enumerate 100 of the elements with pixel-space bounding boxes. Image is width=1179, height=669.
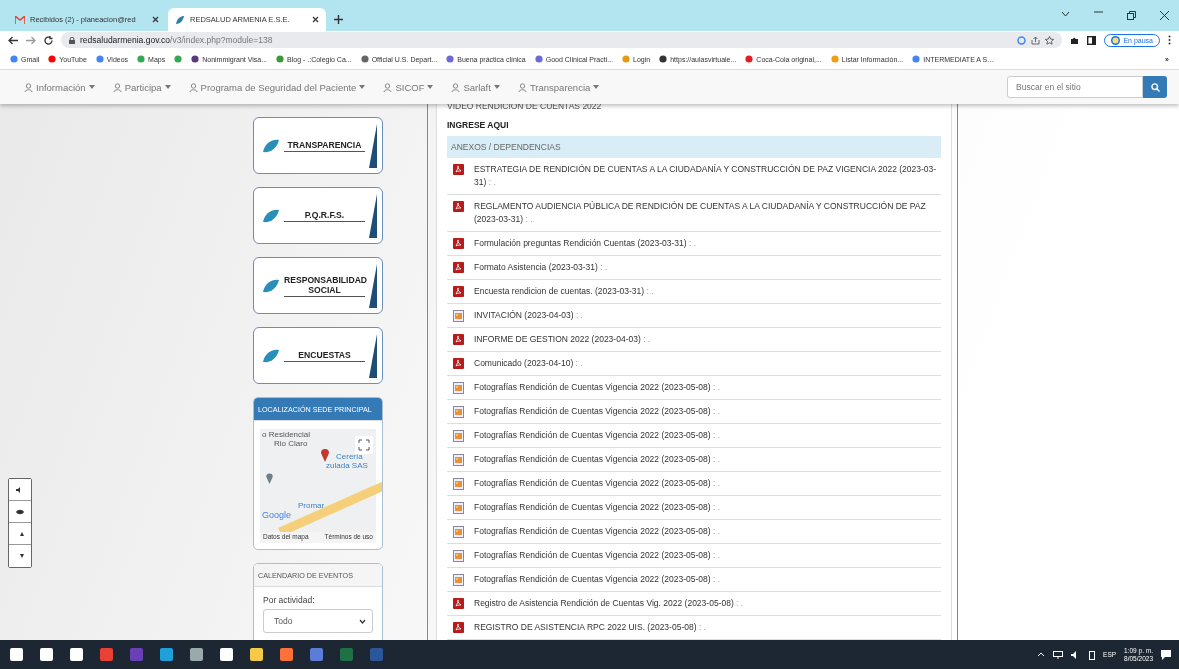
- section-header: ANEXOS / DEPENDENCIAS: [447, 136, 941, 158]
- menu-item-icon: [517, 82, 527, 92]
- image-file-icon: [453, 502, 464, 514]
- image-file-icon: [453, 526, 464, 538]
- pdf-file-icon: [453, 201, 464, 212]
- new-tab-icon[interactable]: [334, 15, 343, 24]
- image-file-icon: [453, 430, 464, 442]
- file-link[interactable]: Formato Asistencia (2023-03-31) : .: [474, 261, 608, 274]
- pdf-file-icon: [453, 262, 464, 273]
- menu-item-icon: [24, 82, 33, 92]
- caret-icon: [427, 85, 434, 89]
- file-link[interactable]: INFORME DE GESTION 2022 (2023-04-03) : .: [474, 333, 651, 346]
- nav-menu-item[interactable]: Programa de Seguridad del Paciente: [188, 81, 366, 93]
- leaf-logo-icon: [175, 14, 185, 25]
- nav-menu-item[interactable]: Sarlaft: [451, 81, 500, 93]
- enter-link[interactable]: INGRESE AQUI: [447, 120, 941, 131]
- map-label: o Residencial: [262, 431, 311, 439]
- mail-icon: [15, 15, 25, 24]
- leaf-logo-icon: [262, 137, 280, 154]
- file-link[interactable]: Fotografías Rendición de Cuentas Vigencia 2022 (2023-05-08) : .: [474, 477, 721, 490]
- menu-item-icon: [112, 82, 122, 92]
- close-icon[interactable]: [152, 16, 159, 23]
- search-button[interactable]: [1143, 76, 1167, 98]
- pdf-file-icon: [453, 286, 464, 297]
- caret-icon: [359, 85, 366, 89]
- nav-menu-item[interactable]: Transparencia: [517, 81, 600, 93]
- activity-select[interactable]: Todo: [263, 609, 373, 633]
- caret-icon: [593, 85, 600, 89]
- pdf-file-icon: [453, 622, 464, 633]
- file-link[interactable]: Fotografías Rendición de Cuentas Vigencia 2022 (2023-05-08) : .: [474, 549, 721, 562]
- search-field[interactable]: Buscar en el sitio: [1007, 76, 1143, 98]
- close-icon[interactable]: [312, 16, 319, 23]
- file-link[interactable]: REGLAMENTO AUDIENCIA PÚBLICA DE RENDICIÓN DE CUENTAS A LA CIUDADANÍA Y CONSTRUCCIÓN DE PAZ (2023-03-31) : .: [474, 200, 941, 226]
- address-bar[interactable]: redsaludarmenia.gov.co/v3/index.php?module=138: [61, 32, 1063, 48]
- lock-icon: [69, 36, 75, 44]
- menu-icon[interactable]: [1168, 35, 1171, 45]
- reload-icon[interactable]: [44, 35, 53, 45]
- image-file-icon: [453, 574, 464, 586]
- file-link[interactable]: Fotografías Rendición de Cuentas Vigencia 2022 (2023-05-08) : .: [474, 429, 721, 442]
- pdf-file-icon: [453, 164, 464, 175]
- notification-icon[interactable]: [1161, 649, 1171, 660]
- menu-card[interactable]: RESPONSABILIDAD SOCIAL: [253, 257, 383, 314]
- battery-icon[interactable]: [1089, 649, 1096, 660]
- field-label: Por actividad:: [263, 595, 316, 605]
- map-label: Cerería: [336, 453, 363, 461]
- file-link[interactable]: INVITACIÓN (2023-04-03) : .: [474, 309, 583, 322]
- map-label: zulada SAS: [326, 462, 368, 470]
- star-icon[interactable]: [1045, 35, 1055, 45]
- menu-card[interactable]: P.Q.R.F.S.: [253, 187, 383, 244]
- menu-item-icon: [383, 82, 393, 92]
- map-label: Promar: [298, 502, 325, 510]
- nav-menu-item[interactable]: Participa: [112, 81, 171, 93]
- file-link[interactable]: Comunicado (2023-04-10) : .: [474, 357, 583, 370]
- chevron-down-icon[interactable]: [1061, 11, 1070, 17]
- file-link[interactable]: Encuesta rendicion de cuentas. (2023-03-31) : .: [474, 285, 654, 298]
- forward-arrow-icon[interactable]: [26, 35, 36, 45]
- leaf-logo-icon: [262, 277, 280, 294]
- caret-icon: [164, 85, 171, 89]
- caret-icon: [88, 85, 95, 89]
- close-icon[interactable]: [1160, 11, 1169, 20]
- pdf-file-icon: [453, 238, 464, 249]
- restore-icon[interactable]: [1127, 11, 1136, 20]
- avatar-icon: [1111, 35, 1121, 45]
- image-file-icon: [453, 310, 464, 322]
- leaf-logo-icon: [262, 207, 280, 224]
- image-file-icon: [453, 550, 464, 562]
- nav-menu-item[interactable]: SICOF: [383, 81, 434, 93]
- file-link[interactable]: Fotografías Rendición de Cuentas Vigencia 2022 (2023-05-08) : .: [474, 405, 721, 418]
- image-file-icon: [453, 382, 464, 394]
- file-link[interactable]: Registro de Asistencia Rendición de Cuentas Vig. 2022 (2023-05-08) : .: [474, 597, 744, 610]
- menu-item-icon: [188, 82, 198, 92]
- menu-card[interactable]: ENCUESTAS: [253, 327, 383, 384]
- caret-icon: [493, 85, 500, 89]
- file-link[interactable]: Fotografías Rendición de Cuentas Vigencia 2022 (2023-05-08) : .: [474, 453, 721, 466]
- map-label: Rio Claro: [274, 440, 308, 448]
- menu-card[interactable]: TRANSPARENCIA: [253, 117, 383, 174]
- network-icon[interactable]: [1053, 650, 1064, 659]
- file-link[interactable]: REGISTRO DE ASISTENCIA RPC 2022 UIS. (2023-05-08) : .: [474, 621, 706, 634]
- pdf-file-icon: [453, 334, 464, 345]
- file-link[interactable]: ESTRATEGIA DE RENDICIÓN DE CUENTAS A LA CIUDADANÍA Y CONSTRUCCIÓN DE PAZ VIGENCIA 2022 (2023-03-31) : .: [474, 163, 941, 189]
- chevron-up-icon[interactable]: [1037, 652, 1046, 657]
- file-link[interactable]: Formulación preguntas Rendición Cuentas (2023-03-31) : .: [474, 237, 697, 250]
- back-arrow-icon[interactable]: [8, 35, 18, 45]
- menu-item-icon: [451, 82, 461, 92]
- image-file-icon: [453, 406, 464, 418]
- map-logo: Google: [262, 511, 292, 520]
- chevron-down-icon: [359, 618, 366, 624]
- leaf-logo-icon: [262, 347, 280, 364]
- side-panel-icon[interactable]: [1087, 35, 1097, 45]
- share-icon[interactable]: [1031, 35, 1041, 45]
- file-link[interactable]: Fotografías Rendición de Cuentas Vigencia 2022 (2023-05-08) : .: [474, 501, 721, 514]
- image-file-icon: [453, 478, 464, 490]
- file-link[interactable]: Fotografías Rendición de Cuentas Vigencia 2022 (2023-05-08) : .: [474, 525, 721, 538]
- nav-menu-item[interactable]: Información: [24, 81, 95, 93]
- file-link[interactable]: Fotografías Rendición de Cuentas Vigencia 2022 (2023-05-08) : .: [474, 573, 721, 586]
- image-file-icon: [453, 454, 464, 466]
- eye-icon: [16, 508, 24, 515]
- pdf-file-icon: [453, 358, 464, 369]
- pdf-file-icon: [453, 598, 464, 609]
- file-link[interactable]: Fotografías Rendición de Cuentas Vigencia 2022 (2023-05-08) : .: [474, 381, 721, 394]
